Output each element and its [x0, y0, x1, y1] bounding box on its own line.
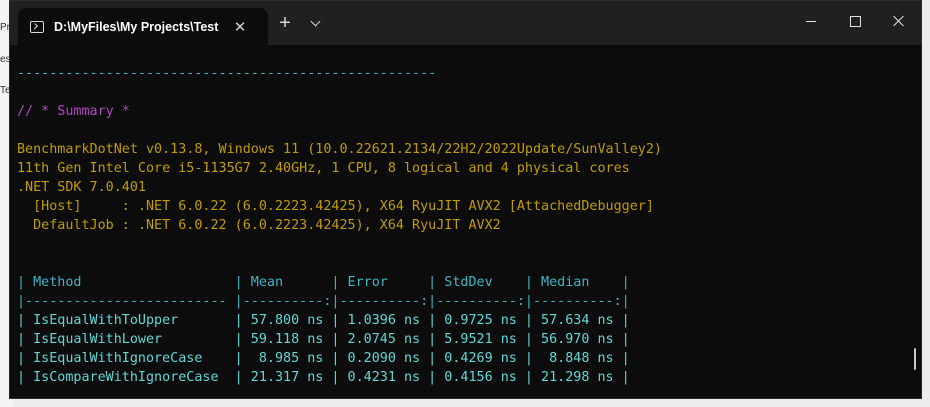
close-window-button[interactable]	[876, 1, 921, 41]
chevron-down-icon	[310, 16, 320, 27]
terminal-line: | IsEqualWithLower | 59.118 ns | 2.0745 …	[17, 332, 630, 347]
terminal-window: D:\MyFiles\My Projects\TestPr ✕ + ------…	[9, 0, 922, 399]
terminal-line: BenchmarkDotNet v0.13.8, Windows 11 (10.…	[17, 142, 662, 157]
tab-command-prompt[interactable]: D:\MyFiles\My Projects\TestPr ✕	[18, 8, 268, 45]
terminal-line: .NET SDK 7.0.401	[17, 180, 146, 195]
terminal-line: [Host] : .NET 6.0.22 (6.0.2223.42425), X…	[17, 199, 654, 214]
terminal-line: | IsEqualWithIgnoreCase | 8.985 ns | 0.2…	[17, 351, 630, 366]
terminal-line: 11th Gen Intel Core i5-1135G7 2.40GHz, 1…	[17, 161, 630, 176]
terminal-line: |------------------------- |----------:|…	[17, 294, 630, 309]
terminal-line: | IsCompareWithIgnoreCase | 21.317 ns | …	[17, 370, 630, 385]
terminal-line: | Method | Mean | Error | StdDev | Media…	[17, 275, 630, 290]
maximize-button[interactable]	[832, 1, 878, 41]
terminal-line: DefaultJob : .NET 6.0.22 (6.0.2223.42425…	[17, 218, 501, 233]
close-icon	[893, 15, 905, 27]
maximize-icon	[849, 15, 861, 27]
terminal-line: // * Summary *	[17, 104, 130, 119]
title-bar[interactable]: D:\MyFiles\My Projects\TestPr ✕ +	[10, 1, 921, 45]
minimize-icon	[806, 20, 816, 22]
minimize-button[interactable]	[788, 1, 834, 41]
terminal-line: ----------------------------------------…	[17, 66, 437, 81]
scrollbar-thumb[interactable]	[914, 348, 916, 370]
tab-dropdown-button[interactable]	[302, 11, 328, 35]
terminal-line: | IsEqualWithToUpper | 57.800 ns | 1.039…	[17, 313, 630, 328]
terminal-output[interactable]: ----------------------------------------…	[17, 45, 907, 398]
new-tab-button[interactable]: +	[268, 11, 302, 35]
close-tab-icon[interactable]: ✕	[231, 18, 249, 36]
terminal-icon	[30, 20, 44, 33]
tab-title: D:\MyFiles\My Projects\TestPr	[54, 19, 219, 34]
